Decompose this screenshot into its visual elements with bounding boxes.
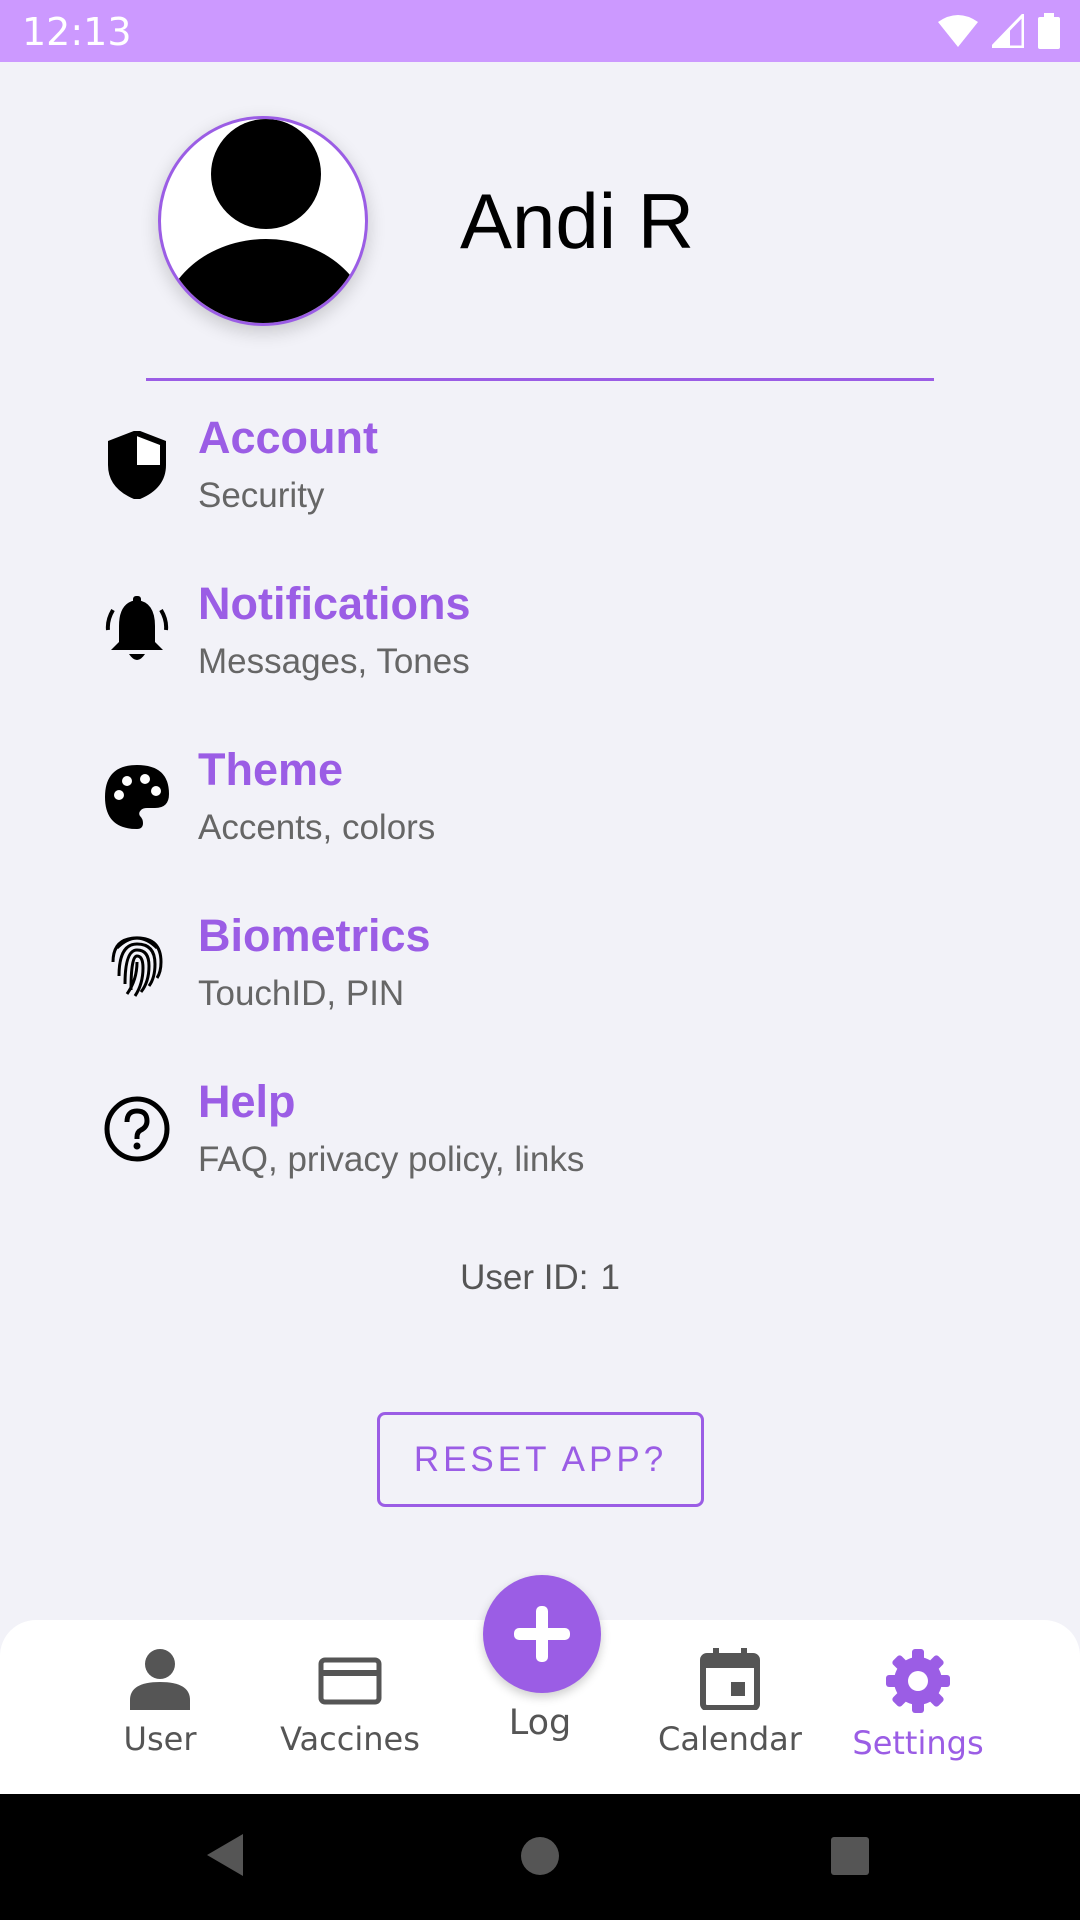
calendar-icon	[700, 1648, 760, 1710]
gear-icon	[886, 1649, 950, 1713]
person-icon	[161, 119, 365, 323]
menu-item-notifications[interactable]: Notifications Messages, Tones	[0, 576, 1080, 742]
divider	[146, 378, 934, 381]
nav-label: Calendar	[658, 1720, 802, 1758]
menu-title: Notifications	[198, 578, 471, 629]
nav-label-log: Log	[508, 1703, 572, 1743]
card-icon	[318, 1657, 382, 1705]
fingerprint-icon	[102, 928, 172, 998]
menu-title: Biometrics	[198, 910, 431, 961]
bell-icon	[102, 596, 172, 666]
menu-item-theme[interactable]: Theme Accents, colors	[0, 742, 1080, 908]
system-nav-bar	[0, 1794, 1080, 1920]
person-icon	[130, 1649, 190, 1710]
menu-subtitle: Accents, colors	[198, 808, 436, 847]
nav-item-user[interactable]: User	[70, 1648, 250, 1758]
menu-item-help[interactable]: Help FAQ, privacy policy, links	[0, 1074, 1080, 1240]
nav-item-calendar[interactable]: Calendar	[640, 1648, 820, 1758]
log-fab-button[interactable]	[483, 1575, 601, 1693]
signal-icon	[992, 14, 1024, 48]
menu-title: Theme	[198, 744, 344, 795]
wifi-icon	[938, 15, 978, 47]
nav-item-settings[interactable]: Settings	[828, 1648, 1008, 1762]
plus-icon	[514, 1606, 570, 1662]
avatar[interactable]	[158, 116, 368, 326]
menu-subtitle: Messages, Tones	[198, 642, 470, 681]
user-id: User ID: 1	[0, 1258, 1080, 1298]
menu-title: Account	[198, 412, 378, 463]
menu-subtitle: Security	[198, 476, 325, 515]
menu-item-biometrics[interactable]: Biometrics TouchID, PIN	[0, 908, 1080, 1074]
reset-app-button[interactable]: RESET APP?	[377, 1412, 704, 1507]
menu-item-account[interactable]: Account Security	[0, 410, 1080, 576]
nav-label: Settings	[852, 1724, 984, 1762]
status-time: 12:13	[22, 10, 132, 54]
back-icon[interactable]	[205, 1832, 245, 1878]
menu-subtitle: FAQ, privacy policy, links	[198, 1140, 585, 1179]
nav-item-vaccines[interactable]: Vaccines	[260, 1648, 440, 1758]
settings-menu: Account Security Notifications Messages,…	[0, 410, 1080, 1240]
user-id-value: 1	[600, 1258, 620, 1297]
help-icon	[102, 1094, 172, 1164]
user-id-label: User ID:	[460, 1258, 589, 1297]
recents-icon[interactable]	[830, 1836, 870, 1876]
shield-icon	[102, 430, 172, 500]
menu-title: Help	[198, 1076, 296, 1127]
user-name: Andi R	[460, 177, 695, 265]
status-bar: 12:13	[0, 0, 1080, 62]
palette-icon	[102, 762, 172, 832]
nav-label: Vaccines	[280, 1720, 420, 1758]
status-icons	[938, 13, 1060, 49]
battery-icon	[1038, 13, 1060, 49]
nav-label: User	[123, 1720, 197, 1758]
home-icon[interactable]	[520, 1836, 560, 1876]
menu-subtitle: TouchID, PIN	[198, 974, 405, 1013]
